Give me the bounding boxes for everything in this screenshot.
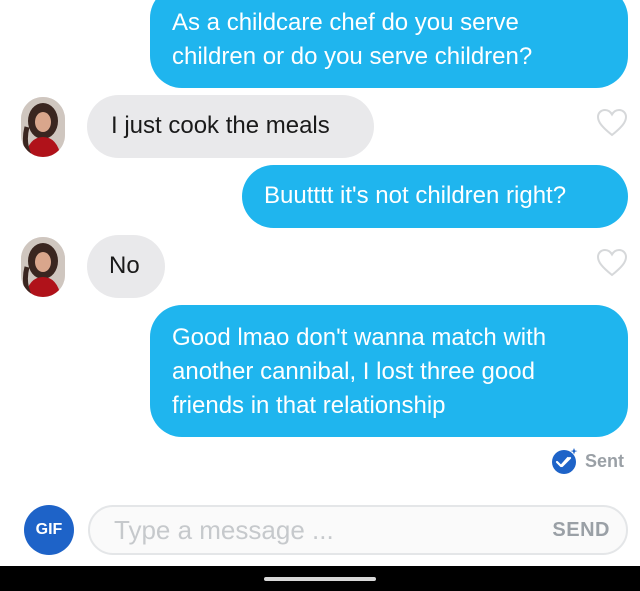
message-text: I just cook the meals: [111, 112, 330, 139]
avatar-photo: [21, 237, 65, 297]
send-button[interactable]: SEND: [552, 519, 610, 542]
message-input-placeholder: Type a message ...: [114, 515, 334, 545]
message-text: No: [109, 252, 140, 279]
outgoing-message-bubble[interactable]: Buutttt it's not children right?: [242, 165, 628, 228]
gif-label: GIF: [35, 521, 63, 538]
incoming-message-bubble[interactable]: I just cook the meals: [87, 95, 374, 158]
message-input[interactable]: Type a message ... SEND: [88, 505, 628, 555]
message-text: Buutttt it's not children right?: [264, 182, 567, 209]
home-indicator[interactable]: [264, 577, 376, 581]
outgoing-message-bubble[interactable]: As a childcare chef do you serve childre…: [150, 0, 628, 88]
double-check-icon: [552, 448, 578, 474]
navigation-bar: [0, 566, 640, 591]
avatar[interactable]: [21, 237, 65, 297]
incoming-message-bubble[interactable]: No: [87, 235, 165, 298]
outgoing-message-bubble[interactable]: Good lmao don't wanna match with another…: [150, 305, 628, 437]
avatar-photo: [21, 97, 65, 157]
message-status: Sent: [551, 446, 624, 476]
heart-icon[interactable]: [596, 248, 628, 278]
sent-label: Sent: [585, 450, 625, 471]
message-text: Good lmao don't wanna match with another…: [172, 324, 547, 419]
avatar[interactable]: [21, 97, 65, 157]
message-text: As a childcare chef do you serve childre…: [172, 9, 533, 70]
heart-icon[interactable]: [596, 108, 628, 138]
gif-button[interactable]: GIF: [24, 505, 74, 555]
